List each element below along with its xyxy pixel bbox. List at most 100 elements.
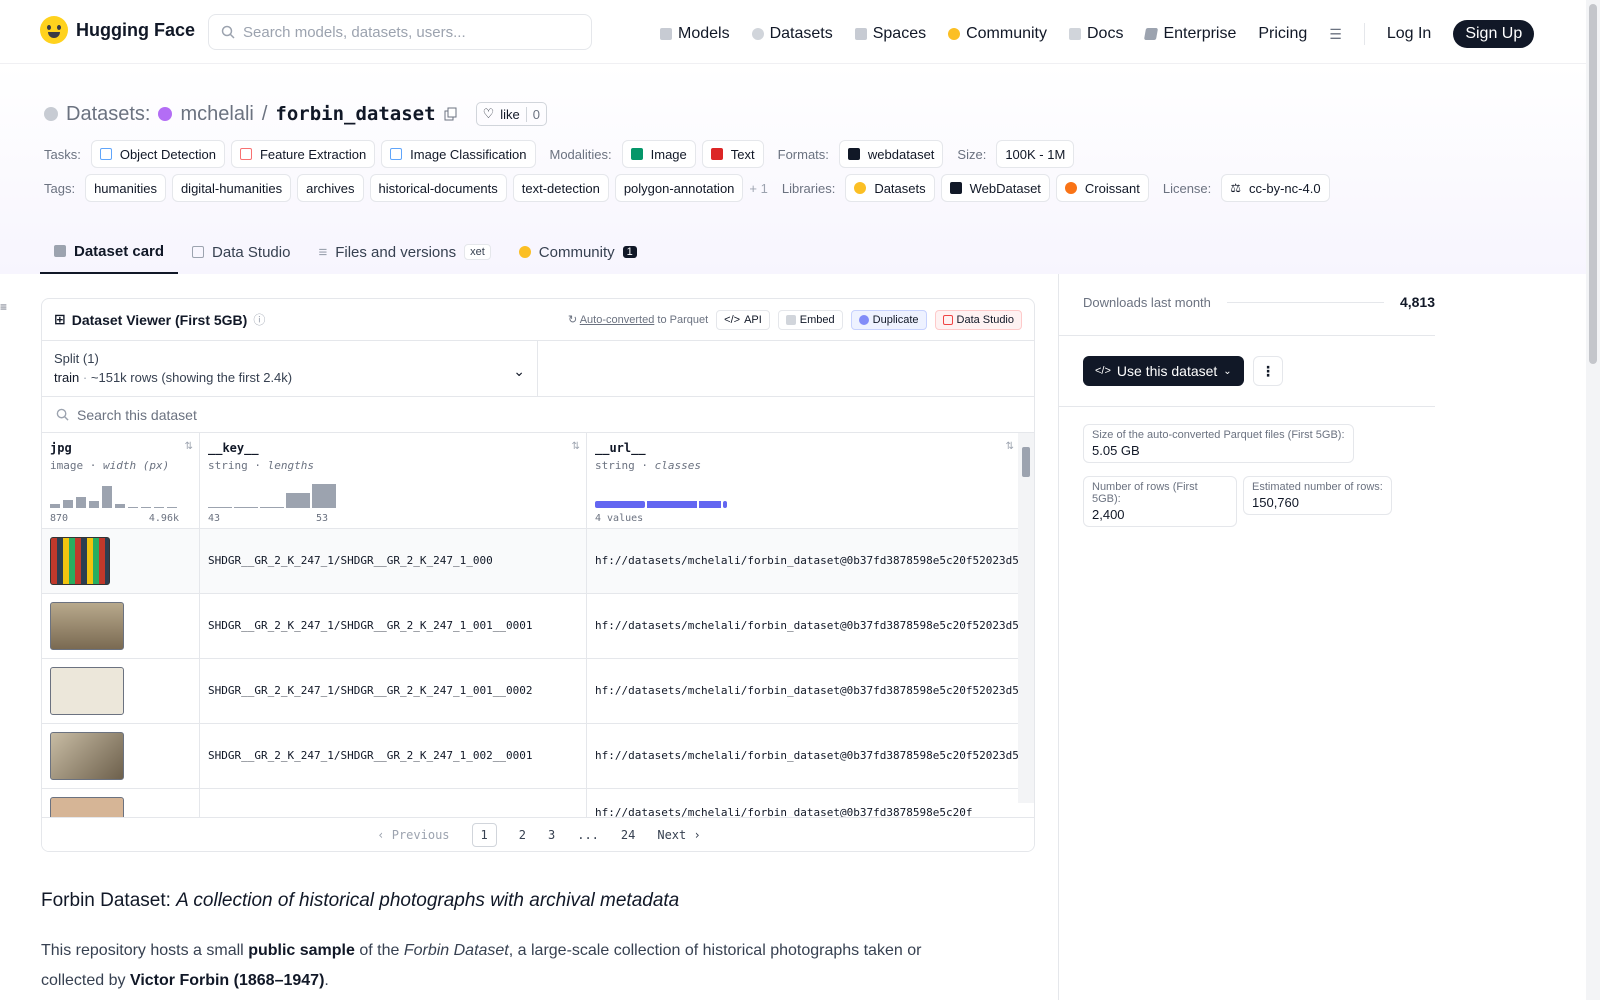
histogram-bar	[115, 504, 125, 508]
tag-chip[interactable]: archives	[297, 174, 364, 202]
viewer-search[interactable]: Search this dataset	[42, 397, 1034, 433]
brand-name: Hugging Face	[76, 19, 196, 40]
table-row[interactable]: SHDGR__GR_2_K_247_1/SHDGR__GR_2_K_247_1_…	[42, 724, 1020, 789]
auto-converted-link[interactable]: ↻ Auto-converted to Parquet	[568, 313, 708, 326]
data-studio-button[interactable]: Data Studio	[934, 309, 1022, 330]
image-thumbnail[interactable]	[50, 732, 124, 780]
page-scrollbar[interactable]	[1586, 0, 1600, 1000]
split-rows: ~151k rows (showing the first 2.4k)	[90, 370, 293, 385]
sidebar-toggle-icon[interactable]: ≡	[0, 300, 7, 314]
column-name: __url__	[595, 441, 646, 455]
prev-page-button[interactable]: ‹ Previous	[377, 828, 449, 842]
repo-name[interactable]: forbin_dataset	[275, 103, 435, 125]
login-link[interactable]: Log In	[1387, 25, 1431, 43]
task-chip[interactable]: Image Classification	[381, 140, 536, 168]
nav-datasets-label: Datasets	[769, 25, 833, 42]
use-dataset-button[interactable]: </> Use this dataset ⌄	[1083, 356, 1244, 386]
modality-chip[interactable]: Image	[621, 140, 696, 168]
embed-button[interactable]: Embed	[777, 309, 843, 330]
image-cell[interactable]	[42, 529, 200, 593]
page-2-button[interactable]: 2	[519, 828, 526, 842]
format-chip[interactable]: webdataset	[838, 140, 944, 168]
card-title-plain: Forbin Dataset:	[41, 890, 177, 911]
page-3-button[interactable]: 3	[548, 828, 555, 842]
nav-community[interactable]: Community	[948, 25, 1047, 43]
nav-pricing[interactable]: Pricing	[1258, 25, 1307, 43]
nav-enterprise[interactable]: Enterprise	[1144, 25, 1236, 43]
image-cell[interactable]	[42, 724, 200, 788]
tab-files[interactable]: ≡ Files and versions xet	[304, 230, 504, 274]
histogram-bar	[63, 500, 73, 508]
brand-logo[interactable]: Hugging Face	[40, 16, 195, 44]
task-chip[interactable]: Object Detection	[90, 140, 225, 168]
global-search[interactable]	[208, 14, 592, 50]
image-cell[interactable]	[42, 659, 200, 723]
xet-badge: xet	[464, 244, 491, 260]
duplicate-button[interactable]: Duplicate	[850, 309, 927, 330]
tab-dataset-card[interactable]: Dataset card	[40, 230, 179, 274]
book-icon	[1069, 28, 1081, 40]
next-page-button[interactable]: Next ›	[657, 828, 700, 842]
sort-icon[interactable]: ⇅	[185, 441, 193, 452]
more-menu-icon[interactable]: ☰	[1329, 26, 1342, 43]
table-row[interactable]: SHDGR__GR_2_K_247_1/SHDGR__GR_2_K_247_1_…	[42, 659, 1020, 724]
tag-chip[interactable]: humanities	[85, 174, 166, 202]
page-1-button[interactable]: 1	[471, 822, 497, 847]
nav-community-label: Community	[966, 25, 1047, 42]
viewer-scrollbar[interactable]	[1018, 433, 1034, 803]
library-chip[interactable]: Croissant	[1055, 174, 1149, 202]
column-header-key[interactable]: __key__ string · lengths ⇅ 43 53	[200, 433, 587, 528]
license-chip[interactable]: ⚖ cc-by-nc-4.0	[1221, 174, 1330, 202]
table-row[interactable]: SHDGR__GR_2_K_247_1/SHDGR__GR_2_K_247_1_…	[42, 594, 1020, 659]
key-histogram	[208, 478, 336, 508]
library-chip[interactable]: WebDataset	[940, 174, 1050, 202]
key-cell: SHDGR__GR_2_K_247_1/SHDGR__GR_2_K_247_1_…	[200, 529, 587, 593]
tag-chip[interactable]: digital-humanities	[171, 174, 292, 202]
repo-owner[interactable]: mchelali	[180, 103, 253, 126]
nav-docs[interactable]: Docs	[1069, 25, 1123, 43]
tab-data-studio[interactable]: Data Studio	[178, 230, 304, 274]
sort-icon[interactable]: ⇅	[572, 441, 580, 452]
url-cell: hf://datasets/mchelali/forbin_dataset@0b…	[595, 749, 1020, 762]
search-input[interactable]	[243, 23, 573, 41]
tag-chip[interactable]: polygon-annotation	[614, 174, 744, 202]
tag-chip[interactable]: text-detection	[512, 174, 609, 202]
image-cell[interactable]	[42, 594, 200, 658]
column-name: jpg	[50, 441, 72, 455]
column-header-url[interactable]: __url__ string · classes ⇅ 4 values	[587, 433, 1020, 528]
api-button[interactable]: </> API	[716, 309, 770, 330]
table-header: jpg image · width (px) ⇅ 870 4.96k __key_…	[42, 433, 1020, 529]
tab-community[interactable]: Community 1	[505, 230, 651, 274]
image-thumbnail[interactable]	[50, 667, 124, 715]
split-selector[interactable]: Split (1) train · ~151k rows (showing th…	[42, 341, 1034, 397]
column-header-jpg[interactable]: jpg image · width (px) ⇅ 870 4.96k	[42, 433, 200, 528]
task-chip[interactable]: Feature Extraction	[230, 140, 376, 168]
page-last-button[interactable]: 24	[621, 828, 635, 842]
library-chip[interactable]: Datasets	[845, 174, 935, 202]
image-thumbnail[interactable]	[50, 602, 124, 650]
tag-chip[interactable]: historical-documents	[369, 174, 507, 202]
nav-datasets[interactable]: Datasets	[751, 25, 833, 43]
size-chip[interactable]: 100K - 1M	[996, 140, 1075, 168]
text-run: .	[324, 972, 329, 989]
nav-spaces[interactable]: Spaces	[854, 25, 926, 43]
repo-kind[interactable]: Datasets:	[66, 103, 150, 126]
image-thumbnail[interactable]	[50, 537, 110, 585]
histogram-bar	[76, 497, 86, 508]
text-run: of the	[354, 942, 404, 959]
more-tags-button[interactable]: + 1	[749, 181, 767, 196]
nav-models[interactable]: Models	[660, 25, 730, 43]
sort-icon[interactable]: ⇅	[1006, 441, 1014, 452]
table-row[interactable]: SHDGR__GR_2_K_247_1/SHDGR__GR_2_K_247_1_…	[42, 529, 1020, 594]
task-label: Image Classification	[410, 146, 527, 162]
signup-button[interactable]: Sign Up	[1453, 20, 1535, 48]
modality-chip[interactable]: Text	[701, 140, 764, 168]
info-icon[interactable]: ⓘ	[253, 311, 265, 328]
copy-icon[interactable]	[444, 107, 458, 121]
feature-extraction-icon	[239, 148, 252, 160]
range-min: 4 values	[595, 513, 644, 524]
parquet-size-stat: Size of the auto-converted Parquet files…	[1083, 424, 1354, 463]
more-options-icon[interactable]: ⋮	[1253, 356, 1283, 386]
like-button[interactable]: ♡ like 0	[475, 102, 547, 126]
range-min: 870	[50, 513, 69, 524]
